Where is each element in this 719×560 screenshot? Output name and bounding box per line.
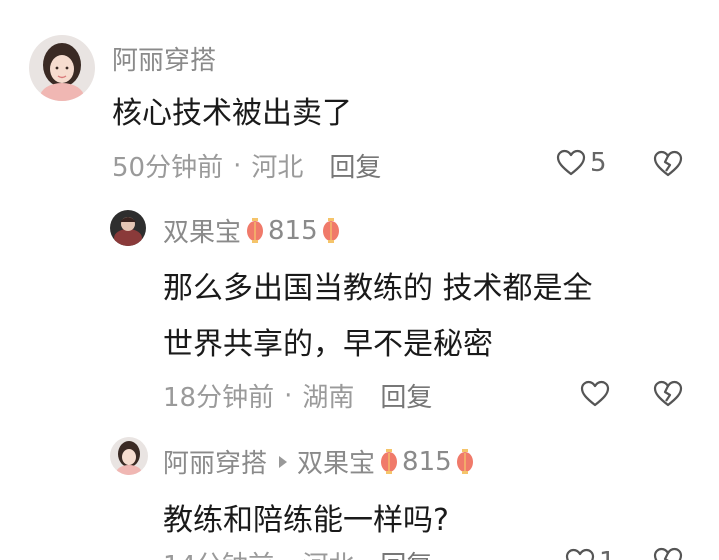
broken-heart-icon — [653, 547, 683, 560]
fan-badge: 815 — [379, 447, 475, 477]
separator-dot: · — [233, 150, 242, 181]
separator-dot: · — [284, 549, 292, 560]
comment-username[interactable]: 阿丽穿搭 — [112, 40, 216, 77]
reply-arrow-icon — [279, 455, 288, 468]
reply-location: 湖南 — [302, 383, 355, 413]
heart-outline-icon — [565, 548, 595, 560]
avatar[interactable] — [110, 210, 146, 246]
fan-badge: 815 — [245, 216, 341, 246]
reply-location: 河北 — [302, 545, 354, 560]
like-count: 1 — [599, 547, 616, 560]
separator-dot: · — [284, 380, 293, 411]
reply-meta: 14分钟前 · 河北 回复 — [163, 545, 432, 560]
comment-meta: 50分钟前 · 河北 回复 — [112, 147, 381, 184]
like-count: 5 — [590, 148, 607, 178]
reply-username[interactable]: 双果宝 — [163, 212, 241, 249]
broken-heart-icon — [653, 150, 683, 178]
reply-meta: 18分钟前 · 湖南 回复 — [163, 377, 432, 414]
dislike-button[interactable] — [653, 150, 683, 178]
avatar[interactable] — [110, 437, 148, 475]
reply-time: 18分钟前 — [163, 383, 275, 413]
like-button[interactable]: 5 — [556, 148, 607, 178]
comment-location: 河北 — [251, 153, 304, 183]
lantern-icon — [455, 448, 475, 476]
like-button[interactable] — [580, 380, 610, 408]
reply-to-username[interactable]: 双果宝 — [297, 443, 375, 480]
lantern-icon — [245, 217, 265, 245]
comment-text: 核心技术被出卖了 — [112, 96, 352, 131]
dislike-button[interactable] — [653, 547, 683, 560]
comment-time: 50分钟前 — [112, 153, 224, 183]
heart-outline-icon — [580, 380, 610, 408]
reply-username-row: 阿丽穿搭 双果宝 815 — [163, 443, 475, 480]
reply-text-line-1: 那么多出国当教练的 技术都是全 — [163, 271, 593, 306]
comment-1: 阿丽穿搭 核心技术被出卖了 50分钟前 · 河北 回复 5 — [0, 0, 719, 195]
reply-button[interactable]: 回复 — [380, 545, 432, 560]
dislike-button[interactable] — [653, 380, 683, 408]
badge-level: 815 — [268, 215, 318, 246]
reply-username-row: 双果宝 815 — [163, 212, 341, 249]
reply-1: 双果宝 815 那么多出国当教练的 技术都是全 世界共享的，早不是秘密 18分钟… — [0, 195, 719, 425]
reply-text: 教练和陪练能一样吗? — [163, 503, 449, 538]
reply-button[interactable]: 回复 — [329, 147, 381, 184]
reply-button[interactable]: 回复 — [380, 377, 432, 414]
reply-text-line-2: 世界共享的，早不是秘密 — [163, 327, 493, 362]
like-button[interactable]: 1 — [565, 547, 616, 560]
broken-heart-icon — [653, 380, 683, 408]
avatar[interactable] — [29, 35, 95, 101]
lantern-icon — [321, 217, 341, 245]
lantern-icon — [379, 448, 399, 476]
reply-2: 阿丽穿搭 双果宝 815 教练和陪练能一样吗? — [0, 425, 719, 560]
reply-time: 14分钟前 — [163, 545, 274, 560]
badge-level: 815 — [402, 446, 452, 477]
reply-username[interactable]: 阿丽穿搭 — [163, 443, 267, 480]
heart-outline-icon — [556, 149, 586, 177]
